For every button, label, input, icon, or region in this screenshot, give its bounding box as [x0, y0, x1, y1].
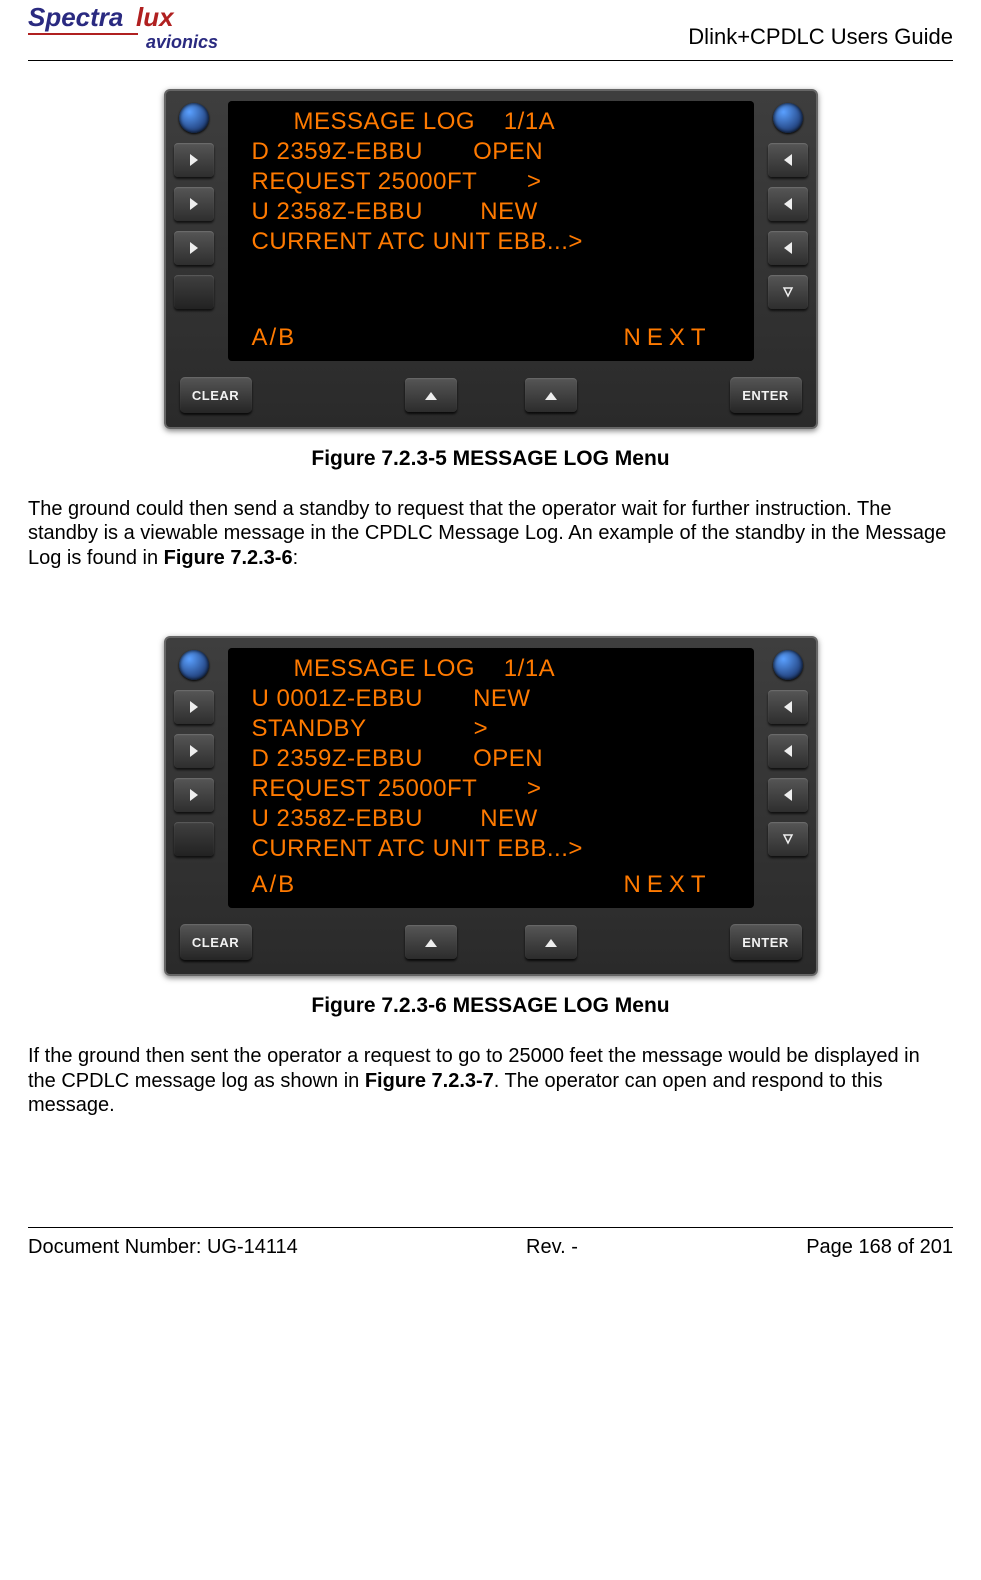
lsk-r1[interactable] [768, 690, 808, 724]
cpdlc-device-figure-2: MESSAGE LOG 1/1A U 0001Z-EBBU NEW STANDB… [164, 636, 818, 976]
screen-line: D 2359Z-EBBU OPEN [252, 744, 744, 774]
footer-page-number: Page 168 of 201 [806, 1236, 953, 1259]
lsk-r4-open[interactable] [768, 275, 808, 309]
arrow-up-right-button[interactable] [525, 378, 577, 412]
page-header: Spectra lux avionics Dlink+CPDLC Users G… [28, 0, 953, 61]
brightness-knob-right[interactable] [773, 103, 803, 133]
lsk-l4-blank[interactable] [174, 822, 214, 856]
clear-button[interactable]: CLEAR [180, 377, 252, 413]
screen-line: U 2358Z-EBBU NEW [252, 197, 744, 227]
right-button-column [760, 91, 816, 367]
clear-button[interactable]: CLEAR [180, 924, 252, 960]
softkey-ab: A/B [252, 323, 297, 353]
arrow-up-left-button[interactable] [405, 925, 457, 959]
left-button-column [166, 91, 222, 367]
lsk-l1[interactable] [174, 143, 214, 177]
lsk-r2[interactable] [768, 187, 808, 221]
screen-line: REQUEST 25000FT > [252, 167, 744, 197]
lsk-r4-open[interactable] [768, 822, 808, 856]
screen-line: CURRENT ATC UNIT EBB...> [252, 834, 744, 864]
brightness-knob-left[interactable] [179, 650, 209, 680]
softkey-ab: A/B [252, 870, 297, 900]
display-screen: MESSAGE LOG 1/1A D 2359Z-EBBU OPEN REQUE… [228, 101, 754, 361]
lsk-l2[interactable] [174, 734, 214, 768]
screen-line: U 0001Z-EBBU NEW [252, 684, 744, 714]
enter-button[interactable]: ENTER [730, 924, 802, 960]
brightness-knob-left[interactable] [179, 103, 209, 133]
lsk-l3[interactable] [174, 231, 214, 265]
softkey-next: NEXT [623, 870, 711, 900]
doc-title: Dlink+CPDLC Users Guide [688, 24, 953, 54]
arrow-up-left-button[interactable] [405, 378, 457, 412]
lsk-l3[interactable] [174, 778, 214, 812]
page-footer: Document Number: UG-14114 Rev. - Page 16… [28, 1227, 953, 1259]
lsk-r3[interactable] [768, 778, 808, 812]
cpdlc-device-figure-1: MESSAGE LOG 1/1A D 2359Z-EBBU OPEN REQUE… [164, 89, 818, 429]
lsk-l1[interactable] [174, 690, 214, 724]
lsk-l4-blank[interactable] [174, 275, 214, 309]
screen-line: REQUEST 25000FT > [252, 774, 744, 804]
svg-text:avionics: avionics [146, 32, 218, 52]
right-button-column [760, 638, 816, 914]
arrow-up-right-button[interactable] [525, 925, 577, 959]
enter-button[interactable]: ENTER [730, 377, 802, 413]
footer-revision: Rev. - [526, 1236, 578, 1259]
screen-line: D 2359Z-EBBU OPEN [252, 137, 744, 167]
screen-title: MESSAGE LOG 1/1A [294, 654, 744, 684]
display-screen: MESSAGE LOG 1/1A U 0001Z-EBBU NEW STANDB… [228, 648, 754, 908]
screen-line: CURRENT ATC UNIT EBB...> [252, 227, 744, 257]
screen-title: MESSAGE LOG 1/1A [294, 107, 744, 137]
spectralux-logo: Spectra lux avionics [28, 4, 248, 54]
softkey-next: NEXT [623, 323, 711, 353]
brightness-knob-right[interactable] [773, 650, 803, 680]
lsk-r1[interactable] [768, 143, 808, 177]
svg-text:Spectra: Spectra [28, 4, 123, 32]
figure-caption-2: Figure 7.2.3-6 MESSAGE LOG Menu [28, 994, 953, 1018]
body-paragraph-1: The ground could then send a standby to … [28, 497, 953, 570]
figure-caption-1: Figure 7.2.3-5 MESSAGE LOG Menu [28, 447, 953, 471]
lsk-r3[interactable] [768, 231, 808, 265]
screen-line: STANDBY > [252, 714, 744, 744]
lsk-r2[interactable] [768, 734, 808, 768]
screen-line: U 2358Z-EBBU NEW [252, 804, 744, 834]
left-button-column [166, 638, 222, 914]
footer-doc-number: Document Number: UG-14114 [28, 1236, 298, 1259]
body-paragraph-2: If the ground then sent the operator a r… [28, 1044, 953, 1117]
lsk-l2[interactable] [174, 187, 214, 221]
svg-text:lux: lux [136, 4, 175, 32]
